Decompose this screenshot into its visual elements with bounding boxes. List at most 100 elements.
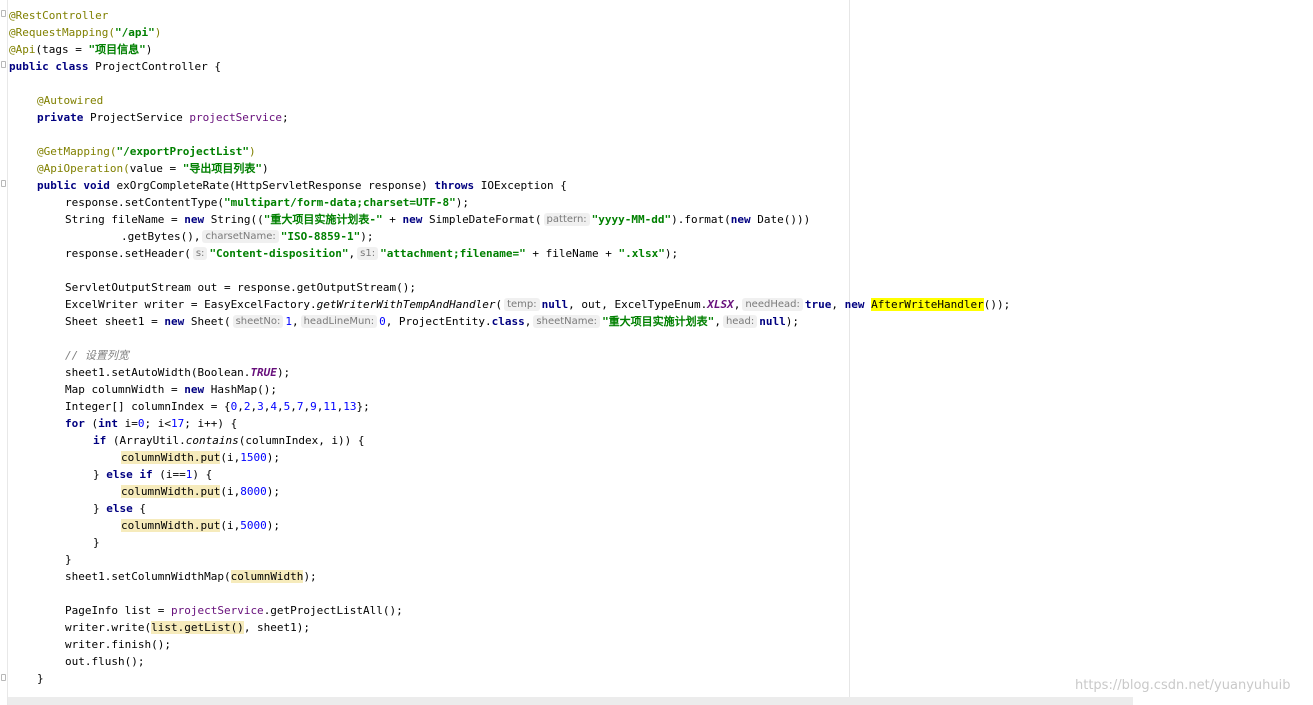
code-line: @GetMapping("/exportProjectList") (37, 143, 256, 160)
number-token: 1 (285, 315, 292, 328)
annotation-token: @ApiOperation( (37, 162, 130, 175)
number-token: 11 (323, 400, 337, 413)
keyword-token: else if (106, 468, 153, 481)
annotation-token: @Api (9, 43, 36, 56)
code-token: Sheet( (184, 315, 231, 328)
code-token: ( (495, 298, 503, 311)
static-method-token: contains (185, 434, 239, 447)
code-token: sheet1.setColumnWidthMap( (65, 570, 231, 583)
warning-highlight-token[interactable]: columnWidth (230, 570, 304, 583)
code-token: ) (261, 162, 269, 175)
code-line: columnWidth.put(i,5000); (121, 517, 280, 534)
code-line: public class ProjectController { (9, 58, 221, 75)
code-token: IOException { (474, 179, 567, 192)
code-line: String fileName = new String(("重大项目实施计划表… (65, 211, 810, 228)
warning-highlight-token[interactable]: columnWidth.put (121, 519, 221, 532)
keyword-token: else (106, 502, 133, 515)
code-line: public void exOrgCompleteRate(HttpServle… (37, 177, 567, 194)
code-token: ServletOutputStream out = response.getOu… (65, 281, 416, 294)
code-token: ); (455, 196, 469, 209)
field-token: projectService (170, 604, 264, 617)
keyword-token: new (184, 383, 205, 396)
code-token: ); (266, 485, 280, 498)
code-token: ExcelWriter writer = EasyExcelFactory. (65, 298, 317, 311)
code-token: String(( (204, 213, 264, 226)
code-token: ); (276, 366, 291, 379)
code-token: response.setHeader( (65, 247, 191, 260)
horizontal-scrollbar[interactable] (8, 697, 1133, 705)
code-line: writer.write(list.getList(), sheet1); (65, 619, 310, 636)
code-token: ); (266, 451, 280, 464)
code-line: writer.finish(); (65, 636, 171, 653)
code-token: , sheet1); (243, 621, 311, 634)
fold-marker-icon[interactable] (1, 10, 6, 17)
fold-marker-icon[interactable] (1, 674, 6, 681)
code-line: @ApiOperation(value = "导出项目列表") (37, 160, 269, 177)
keyword-token: int (98, 417, 118, 430)
code-token: Date())) (750, 213, 811, 226)
code-line: } (37, 670, 44, 687)
code-line: PageInfo list = projectService.getProjec… (65, 602, 403, 619)
code-token: Map columnWidth = (65, 383, 185, 396)
code-line: sheet1.setColumnWidthMap(columnWidth); (65, 568, 317, 585)
code-token: } (65, 553, 72, 566)
number-token: 4 (270, 400, 277, 413)
code-token: , (831, 298, 845, 311)
code-token: out.flush(); (65, 655, 145, 668)
keyword-token: null (759, 315, 786, 328)
code-line: Map columnWidth = new HashMap(); (65, 381, 277, 398)
parameter-hint: temp: (504, 298, 540, 311)
parameter-hint: needHead: (742, 298, 803, 311)
code-token: , (348, 247, 356, 260)
code-line: @RequestMapping("/api") (9, 24, 161, 41)
static-field-token: XLSX (707, 298, 734, 311)
string-token: ".xlsx" (618, 247, 665, 260)
fold-marker-icon[interactable] (1, 61, 6, 68)
highlighted-class-token[interactable]: AfterWriteHandler (871, 298, 984, 311)
code-token: } (37, 672, 44, 685)
code-token: ); (664, 247, 679, 260)
annotation-token: ) (248, 145, 256, 158)
code-token: ProjectService (83, 111, 190, 124)
code-line: } else { (93, 500, 146, 517)
warning-highlight-token[interactable]: list.getList() (151, 621, 244, 634)
watermark-text: https://blog.csdn.net/yuanyuhuib (1075, 678, 1291, 693)
code-token: ) (145, 43, 153, 56)
number-token: 9 (310, 400, 317, 413)
code-line: private ProjectService projectService; (37, 109, 289, 126)
parameter-hint: s1: (357, 247, 379, 260)
number-token: 3 (257, 400, 264, 413)
annotation-token: @Autowired (37, 94, 104, 107)
code-token: ; i++) { (184, 417, 238, 430)
code-line: ServletOutputStream out = response.getOu… (65, 279, 416, 296)
comment-token: // 设置列宽 (65, 349, 129, 362)
number-token: 0 (137, 417, 145, 430)
static-field-token: TRUE (250, 366, 277, 379)
string-token: "ISO-8859-1" (280, 230, 361, 243)
number-token: 0 (379, 315, 386, 328)
code-token: , out, ExcelTypeEnum. (568, 298, 708, 311)
code-line: @Autowired (37, 92, 103, 109)
code-token: ()); (983, 298, 1011, 311)
code-line: response.setHeader(s: "Content-dispositio… (65, 245, 678, 262)
keyword-token: null (541, 298, 569, 311)
keyword-token: class (491, 315, 525, 328)
code-token: { (132, 502, 146, 515)
parameter-hint: sheetName: (533, 315, 601, 328)
code-line: } (93, 534, 100, 551)
code-token: Integer[] columnIndex = { (65, 400, 231, 413)
editor-gutter[interactable] (0, 0, 8, 705)
code-token: sheet1.setAutoWidth(Boolean. (65, 366, 251, 379)
keyword-token: public void (37, 179, 110, 192)
code-token: (i, (220, 451, 241, 464)
warning-highlight-token[interactable]: columnWidth.put (121, 451, 221, 464)
annotation-token: @RequestMapping( (9, 26, 115, 39)
code-token: HashMap(); (204, 383, 277, 396)
code-token: , (714, 315, 721, 328)
warning-highlight-token[interactable]: columnWidth.put (121, 485, 221, 498)
code-line: if (ArrayUtil.contains(columnIndex, i)) … (93, 432, 365, 449)
keyword-token: true (804, 298, 832, 311)
code-token: ProjectController { (88, 60, 221, 73)
static-method-token: getWriterWithTempAndHandler (316, 298, 496, 311)
fold-marker-icon[interactable] (1, 180, 6, 187)
